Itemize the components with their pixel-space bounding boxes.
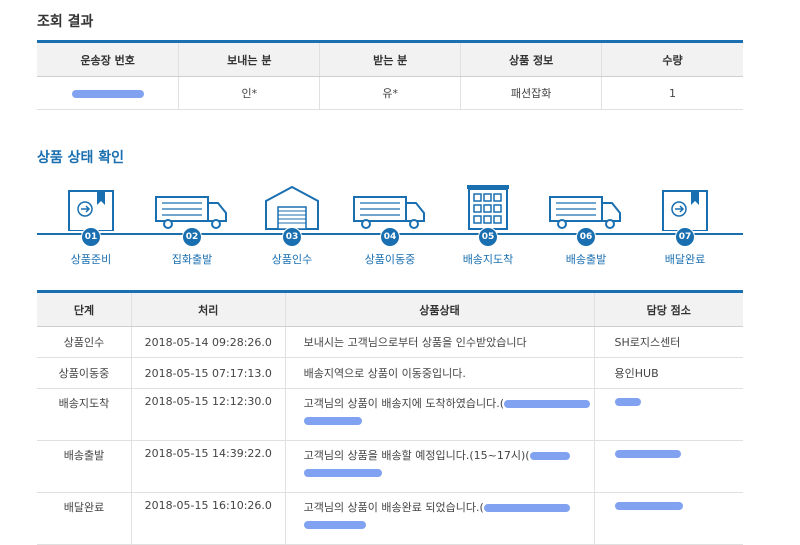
row-time: 2018-05-15 14:39:22.0	[130, 440, 286, 493]
redacted-office	[614, 502, 683, 510]
receiver-name: 유*	[319, 76, 461, 110]
row-status: 보내시는 고객님으로부터 상품을 인수받았습니다	[284, 326, 594, 358]
row-status: 고객님의 상품이 배송지에 도착하였습니다.(	[303, 397, 505, 410]
step-2: 02 집화출발	[147, 183, 237, 267]
result-table: 운송장 번호 보내는 분 받는 분 상품 정보 수량 인* 유* 패션잡화 1	[37, 40, 743, 110]
row-status: 고객님의 상품을 배송할 예정입니다.(15~17시)(	[303, 449, 530, 462]
quantity: 1	[601, 76, 743, 110]
header-sender: 보내는 분	[178, 41, 320, 77]
truck-icon	[541, 183, 631, 231]
step-4: 04 상품이동중	[345, 183, 435, 267]
header-time: 처리	[130, 291, 286, 327]
step-3-label: 상품인수	[271, 253, 313, 266]
table-row: 상품인수 2018-05-14 09:28:26.0 보내시는 고객님으로부터 …	[37, 326, 743, 358]
step-3: 03 상품인수	[247, 183, 337, 267]
step-7-label: 배달완료	[664, 253, 706, 266]
row-office-cell	[593, 492, 743, 545]
row-stage: 상품인수	[37, 326, 132, 358]
step-7-number: 07	[675, 227, 695, 247]
row-status-cell: 고객님의 상품이 배송완료 되었습니다.(	[284, 492, 594, 545]
warehouse-icon	[247, 183, 337, 231]
box-icon	[46, 183, 136, 231]
step-6-label: 배송출발	[565, 253, 607, 266]
row-time: 2018-05-15 16:10:26.0	[130, 492, 286, 545]
row-stage: 배송지도착	[37, 388, 132, 441]
step-5-number: 05	[478, 227, 498, 247]
tracking-number[interactable]	[37, 76, 179, 110]
result-section-title: 조회 결과	[37, 14, 94, 30]
redacted-phone	[483, 504, 570, 512]
row-office: SH로지스센터	[593, 326, 743, 358]
step-4-label: 상품이동중	[364, 253, 416, 266]
truck-icon	[345, 183, 435, 231]
header-product: 상품 정보	[460, 41, 602, 77]
redacted-tracking	[71, 89, 144, 98]
step-4-number: 04	[380, 227, 400, 247]
row-status: 배송지역으로 상품이 이동중입니다.	[284, 357, 594, 389]
building-icon	[443, 183, 533, 231]
table-row: 배송출발 2018-05-15 14:39:22.0 고객님의 상품을 배송할 …	[37, 440, 743, 493]
history-header-row: 단계 처리 상품상태 담당 점소	[37, 291, 743, 327]
truck-icon	[147, 183, 237, 231]
header-office: 담당 점소	[593, 291, 743, 327]
step-1: 01 상품준비	[46, 183, 136, 267]
redacted-office	[614, 450, 681, 458]
redacted-phone	[303, 468, 382, 477]
sender-name: 인*	[178, 76, 320, 110]
header-receiver: 받는 분	[319, 41, 461, 77]
redacted-phone	[504, 400, 591, 408]
step-6-number: 06	[576, 227, 596, 247]
step-1-label: 상품준비	[70, 253, 112, 266]
redacted-phone	[303, 520, 366, 529]
table-row: 배달완료 2018-05-15 16:10:26.0 고객님의 상품이 배송완료…	[37, 492, 743, 545]
header-tracking: 운송장 번호	[37, 41, 179, 77]
header-status: 상품상태	[284, 291, 594, 327]
step-3-number: 03	[282, 227, 302, 247]
row-time: 2018-05-15 07:17:13.0	[130, 357, 286, 389]
header-stage: 단계	[37, 291, 132, 327]
row-time: 2018-05-15 12:12:30.0	[130, 388, 286, 441]
row-status-cell: 고객님의 상품이 배송지에 도착하였습니다.(	[284, 388, 594, 441]
table-row: 상품이동중 2018-05-15 07:17:13.0 배송지역으로 상품이 이…	[37, 357, 743, 389]
step-2-number: 02	[182, 227, 202, 247]
redacted-office	[614, 398, 641, 406]
step-7: 07 배달완료	[640, 183, 730, 267]
product-info: 패션잡화	[460, 76, 602, 110]
row-stage: 배달완료	[37, 492, 132, 545]
row-stage: 배송출발	[37, 440, 132, 493]
row-time: 2018-05-14 09:28:26.0	[130, 326, 286, 358]
table-row: 배송지도착 2018-05-15 12:12:30.0 고객님의 상품이 배송지…	[37, 388, 743, 441]
result-header-row: 운송장 번호 보내는 분 받는 분 상품 정보 수량	[37, 41, 743, 77]
step-6: 06 배송출발	[541, 183, 631, 267]
history-table: 단계 처리 상품상태 담당 점소 상품인수 2018-05-14 09:28:2…	[37, 290, 743, 545]
row-stage: 상품이동중	[37, 357, 132, 389]
header-qty: 수량	[601, 41, 743, 77]
result-row: 인* 유* 패션잡화 1	[37, 76, 743, 110]
row-office: 용인HUB	[593, 357, 743, 389]
box-icon	[640, 183, 730, 231]
step-5-label: 배송지도착	[462, 253, 514, 266]
step-2-label: 집화출발	[171, 253, 213, 266]
row-office-cell	[593, 440, 743, 493]
row-status-cell: 고객님의 상품을 배송할 예정입니다.(15~17시)(	[284, 440, 594, 493]
row-status: 고객님의 상품이 배송완료 되었습니다.(	[303, 501, 484, 514]
row-office-cell	[593, 388, 743, 441]
step-5: 05 배송지도착	[443, 183, 533, 267]
redacted-phone	[303, 416, 362, 425]
status-section-title: 상품 상태 확인	[37, 150, 125, 166]
redacted-phone	[529, 452, 570, 460]
step-1-number: 01	[81, 227, 101, 247]
